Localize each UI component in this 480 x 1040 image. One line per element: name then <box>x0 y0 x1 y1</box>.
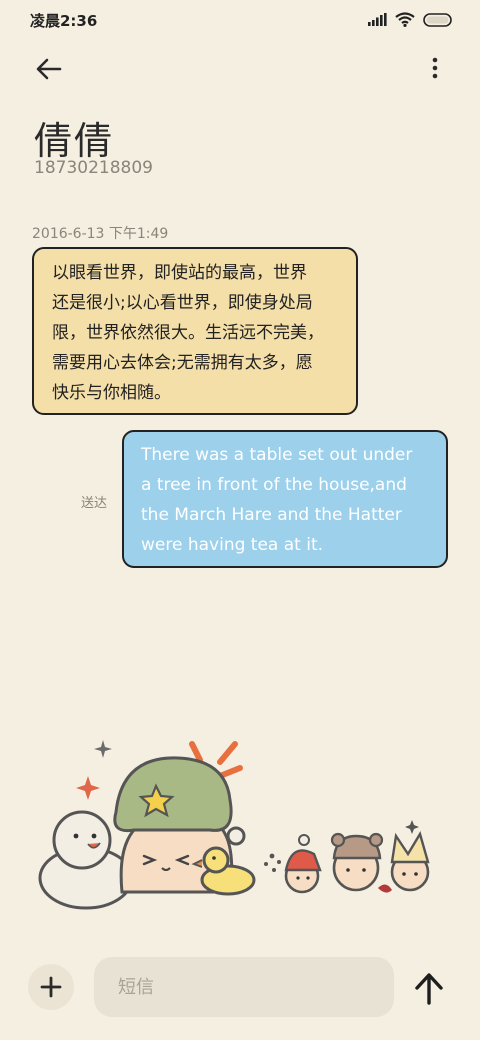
add-attachment-button[interactable] <box>28 964 74 1010</box>
message-line: a tree in front of the house,and <box>141 475 407 495</box>
send-arrow-icon <box>415 973 443 1005</box>
message-input[interactable] <box>94 957 394 1017</box>
message-line: 需要用心去体会;无需拥有太多，愿 <box>52 353 313 373</box>
plus-icon <box>40 976 62 998</box>
contact-number: 18730218809 <box>34 158 153 178</box>
status-time: 凌晨2:36 <box>30 12 98 30</box>
message-line: 快乐与你相随。 <box>52 383 171 403</box>
message-line: 以眼看世界，即使站的最高，世界 <box>52 263 307 283</box>
message-line: 限，世界依然很大。生活远不完美， <box>52 323 324 343</box>
incoming-message-bubble[interactable]: 以眼看世界，即使站的最高，世界 还是很小;以心看世界，即使身处局 限，世界依然很… <box>32 247 358 415</box>
cartoon-characters-illustration <box>38 740 430 910</box>
send-button[interactable] <box>410 970 448 1006</box>
back-arrow-icon <box>36 58 62 80</box>
back-button[interactable] <box>32 54 66 84</box>
wifi-icon <box>395 12 415 27</box>
contact-name: 倩倩 <box>34 119 115 163</box>
status-icons <box>368 12 453 27</box>
delivery-status: 送达 <box>81 496 108 511</box>
message-line: were having tea at it. <box>141 535 324 555</box>
message-line: the March Hare and the Hatter <box>141 505 402 525</box>
battery-icon <box>423 12 452 27</box>
message-line: 还是很小;以心看世界，即使身处局 <box>52 293 313 313</box>
message-line: There was a table set out under <box>141 445 413 465</box>
more-options-button[interactable] <box>428 56 442 82</box>
message-timestamp: 2016-6-13 下午1:49 <box>32 226 169 242</box>
status-bar: 凌晨2:36 <box>0 0 480 40</box>
outgoing-message-bubble[interactable]: There was a table set out under a tree i… <box>122 430 448 568</box>
more-vertical-icon <box>432 57 438 79</box>
signal-icon <box>368 13 387 26</box>
